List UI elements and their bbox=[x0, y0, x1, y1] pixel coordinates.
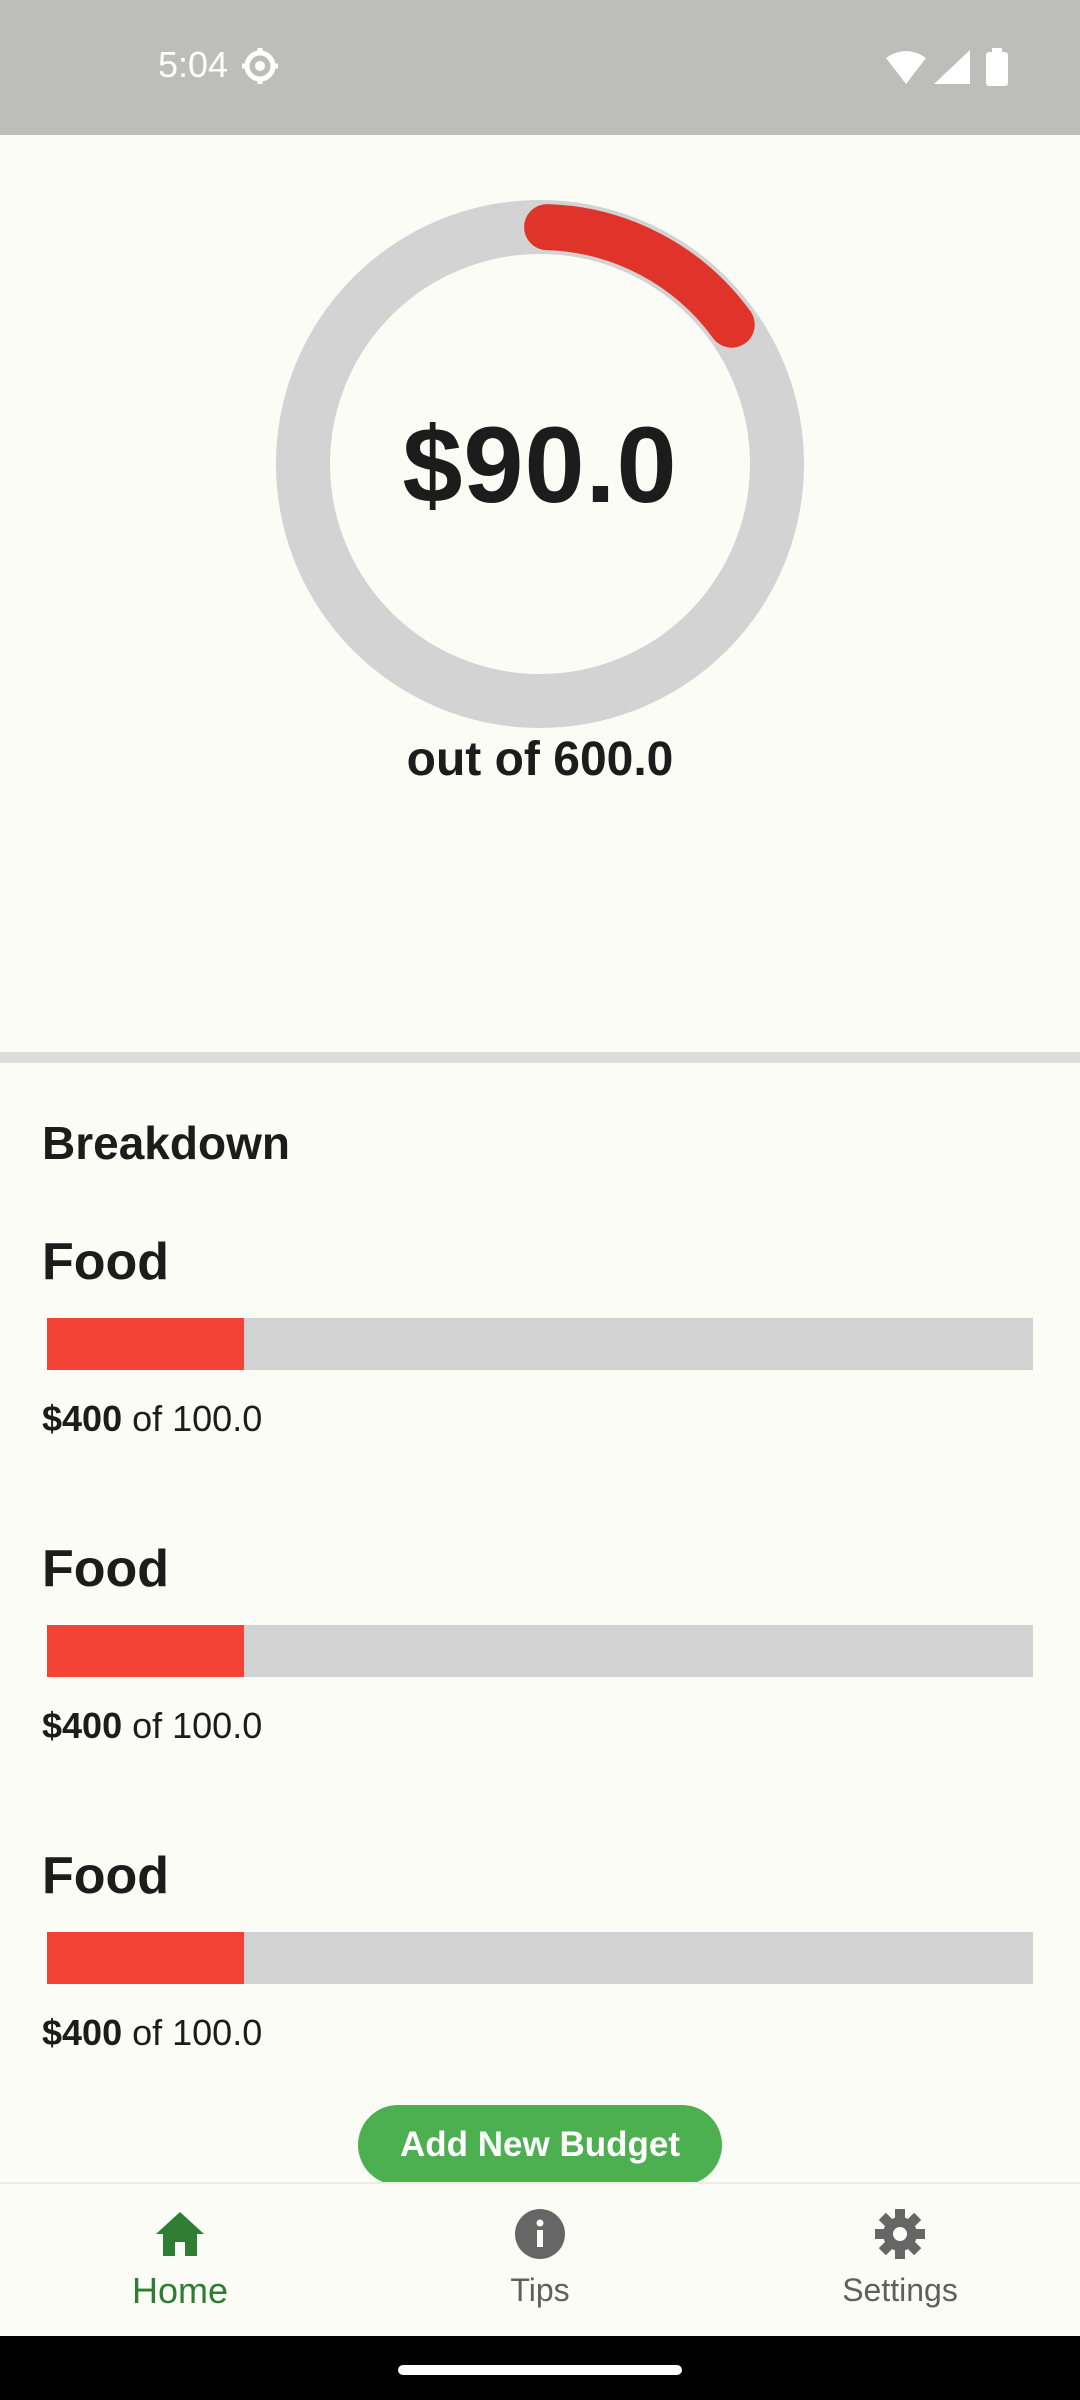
gesture-handle[interactable] bbox=[398, 2365, 682, 2375]
status-bar: 5:04 bbox=[0, 0, 1080, 135]
budget-amount-text: $400 of 100.0 bbox=[42, 1398, 262, 1440]
nav-item-home[interactable]: Home bbox=[0, 2184, 360, 2338]
nav-item-settings[interactable]: Settings bbox=[720, 2184, 1080, 2338]
section-divider bbox=[0, 1052, 1080, 1063]
budget-progress-bar bbox=[47, 1625, 1033, 1677]
budget-limit: of 100.0 bbox=[132, 1705, 263, 1746]
budget-name: Food bbox=[42, 1233, 170, 1291]
nav-label-settings: Settings bbox=[842, 2272, 958, 2308]
battery-icon bbox=[986, 48, 1008, 91]
bottom-navigation: Home Tips Settings bbox=[0, 2182, 1080, 2338]
add-new-budget-button[interactable]: Add New Budget bbox=[358, 2105, 722, 2185]
budget-item[interactable]: Food $400 of 100.0 bbox=[0, 1539, 1080, 1779]
budget-total-label: out of 600.0 bbox=[406, 733, 674, 786]
signal-icon bbox=[934, 50, 970, 89]
budget-progress-fill bbox=[47, 1318, 245, 1370]
budget-progress-bar bbox=[47, 1318, 1033, 1370]
home-icon bbox=[154, 2208, 206, 2260]
budget-item[interactable]: Food $400 of 100.0 bbox=[0, 1846, 1080, 2086]
budget-item[interactable]: Food $400 of 100.0 bbox=[0, 1232, 1080, 1472]
budget-gauge: $90.0 bbox=[276, 200, 804, 728]
settings-gear-icon bbox=[240, 46, 280, 91]
budget-amount-text: $400 of 100.0 bbox=[42, 1705, 262, 1747]
wifi-icon bbox=[886, 50, 926, 89]
nav-item-tips[interactable]: Tips bbox=[360, 2184, 720, 2338]
budget-limit: of 100.0 bbox=[132, 1398, 263, 1439]
budget-progress-fill bbox=[47, 1932, 245, 1984]
budget-amount-text: $400 of 100.0 bbox=[42, 2012, 262, 2054]
budget-limit: of 100.0 bbox=[132, 2012, 263, 2053]
gear-icon bbox=[874, 2208, 926, 2260]
nav-label-tips: Tips bbox=[510, 2272, 570, 2308]
breakdown-title: Breakdown bbox=[42, 1117, 290, 1169]
budget-name: Food bbox=[42, 1847, 170, 1905]
budget-amount: $400 bbox=[42, 1705, 123, 1746]
spent-amount: $90.0 bbox=[402, 403, 678, 525]
budget-amount: $400 bbox=[42, 1398, 123, 1439]
status-time: 5:04 bbox=[158, 44, 229, 85]
budget-progress-bar bbox=[47, 1932, 1033, 1984]
budget-progress-fill bbox=[47, 1625, 245, 1677]
budget-amount: $400 bbox=[42, 2012, 123, 2053]
nav-label-home: Home bbox=[131, 2270, 229, 2311]
budget-name: Food bbox=[42, 1540, 170, 1598]
info-icon bbox=[514, 2208, 566, 2260]
